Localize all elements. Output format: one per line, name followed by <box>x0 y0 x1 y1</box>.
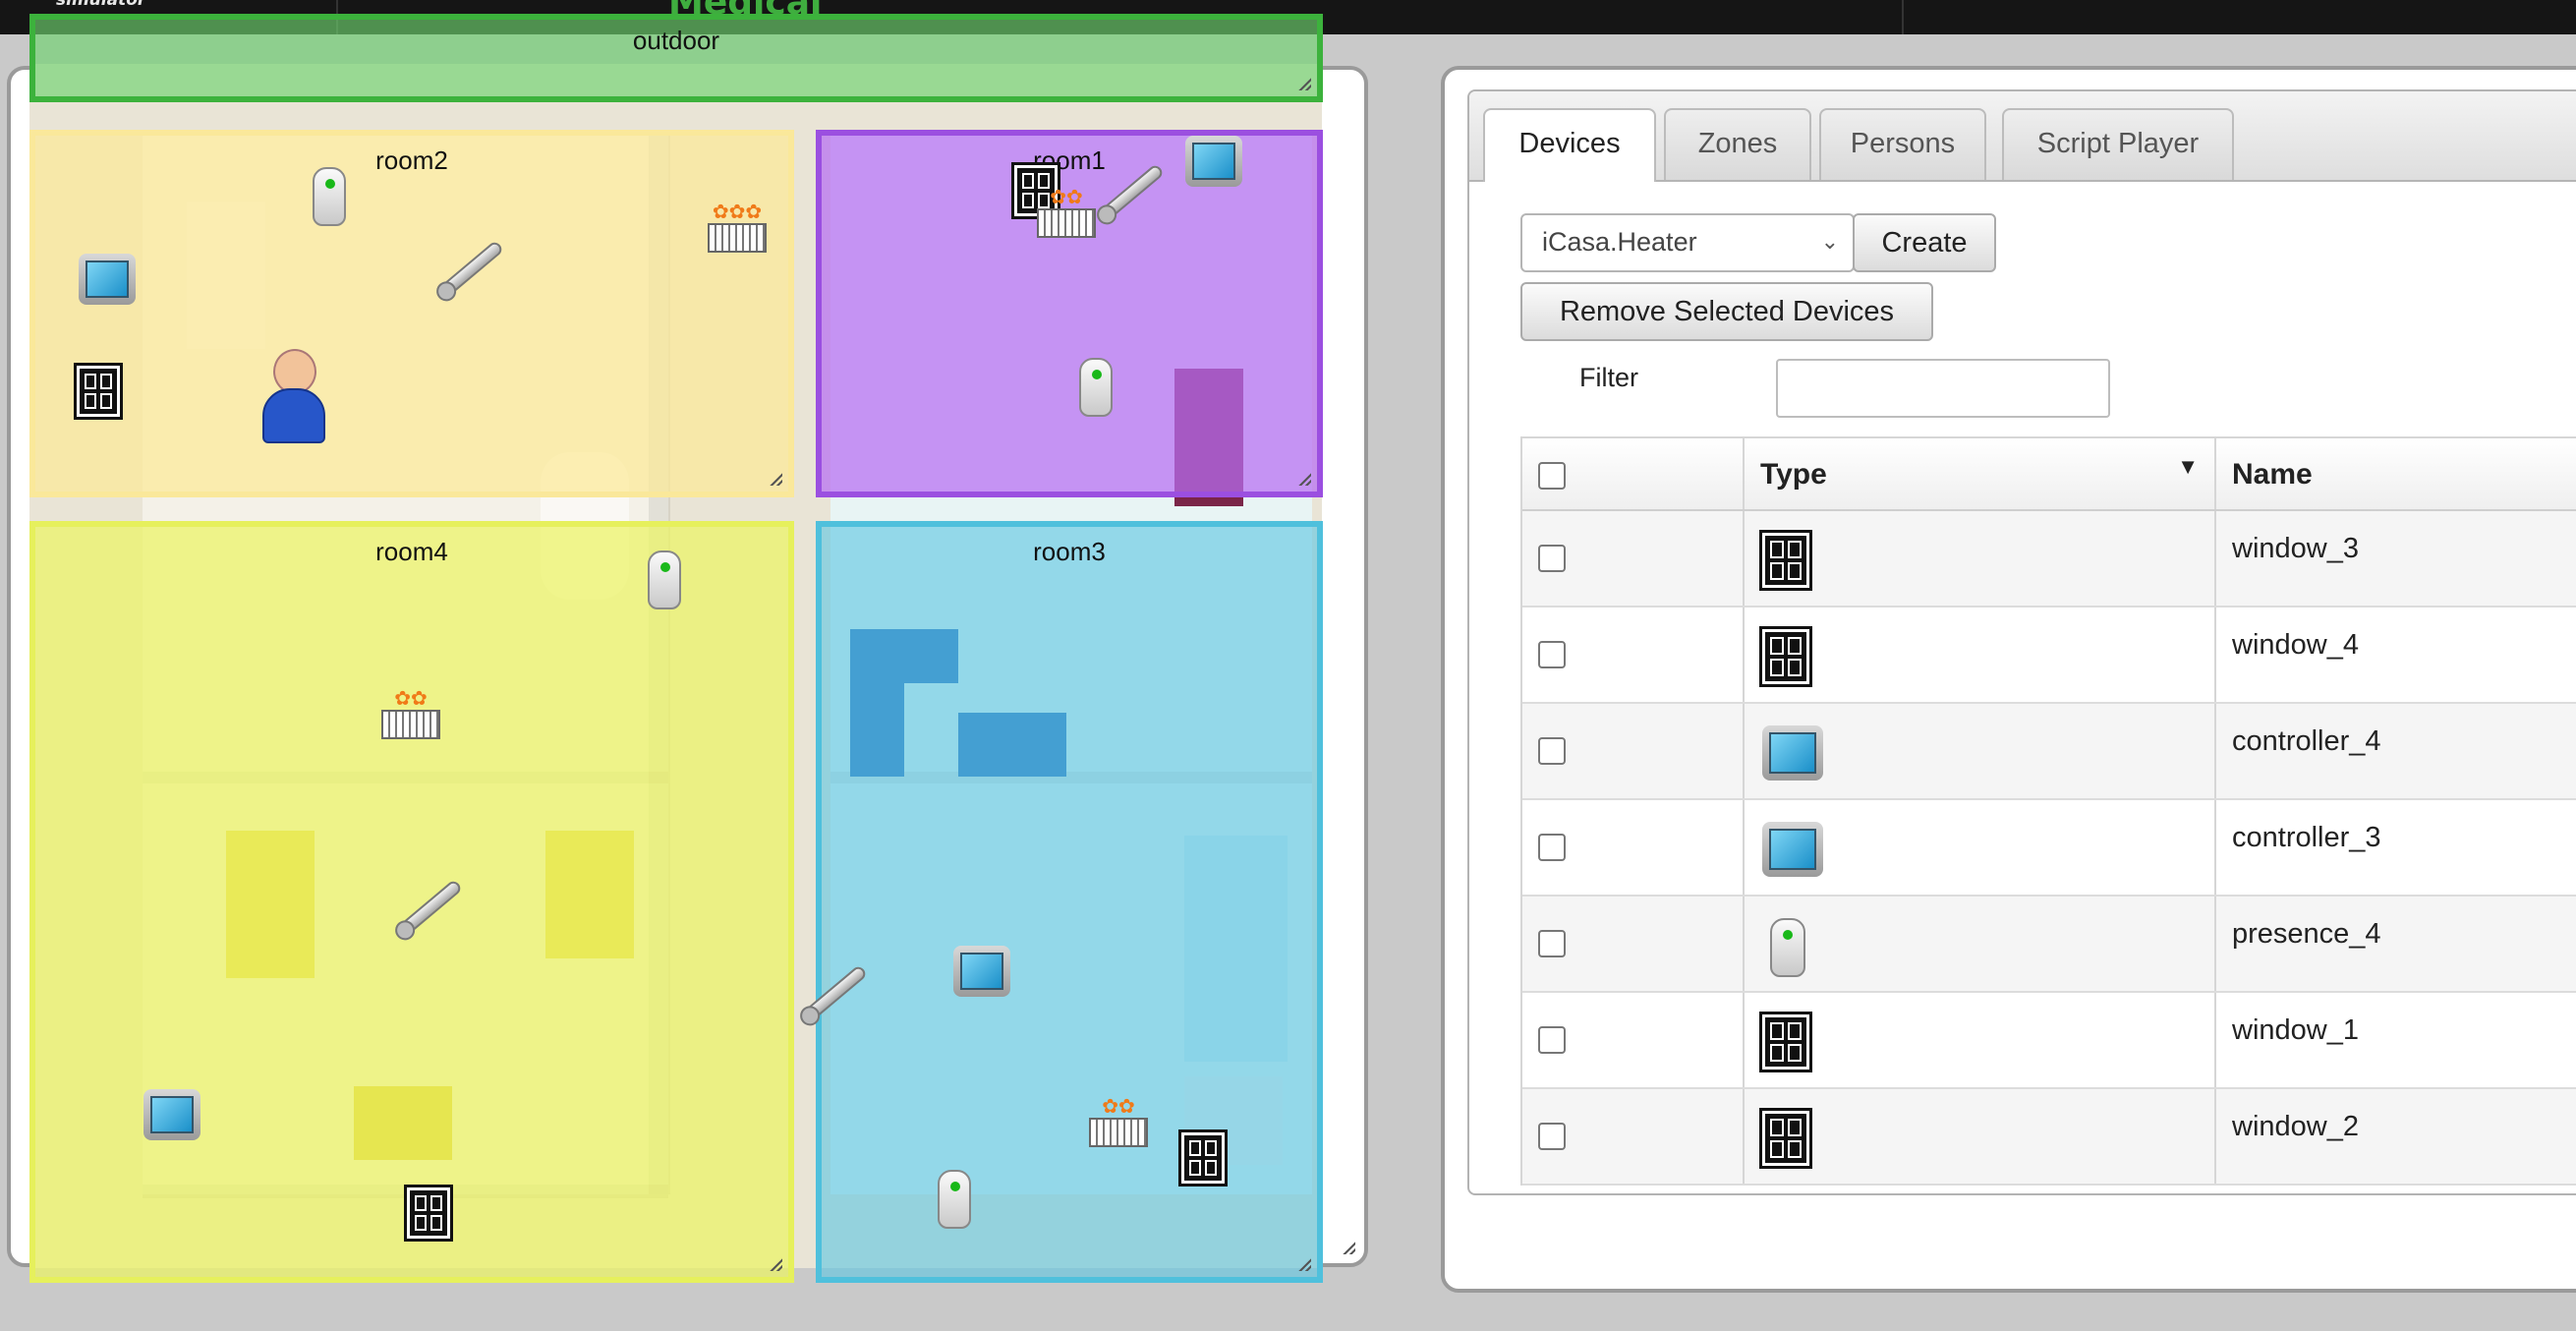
type-header: Type <box>1760 458 1827 491</box>
heater-icon[interactable]: ✿✿ <box>381 688 440 743</box>
row-checkbox[interactable] <box>1538 545 1566 572</box>
zone-label: room1 <box>1033 145 1106 175</box>
window-icon[interactable] <box>74 363 123 420</box>
devices-table: Type ▼ Name window_3 window_4 controller… <box>1520 436 2576 1186</box>
controller-icon <box>1762 725 1823 781</box>
row-checkbox[interactable] <box>1538 834 1566 861</box>
table-row[interactable]: presence_4 <box>1522 897 2576 993</box>
presence-sensor-icon[interactable] <box>1079 358 1113 417</box>
remove-selected-devices-button[interactable]: Remove Selected Devices <box>1520 282 1933 341</box>
chevron-down-icon: ⌄ <box>1820 229 1839 254</box>
resize-handle-icon[interactable] <box>1297 1257 1311 1271</box>
row-checkbox[interactable] <box>1538 737 1566 765</box>
header-cell-name[interactable]: Name <box>2216 438 2576 509</box>
brand-text: simulator <box>56 0 146 10</box>
device-name: controller_3 <box>2232 822 2381 853</box>
zone-room1[interactable]: room1 <box>816 130 1323 497</box>
table-row[interactable]: window_3 <box>1522 511 2576 608</box>
person-icon[interactable] <box>258 349 326 443</box>
presence-sensor-icon <box>1770 918 1805 977</box>
zone-room2[interactable]: room2 <box>29 130 794 497</box>
window-icon <box>1759 1108 1812 1169</box>
header-cell-select <box>1522 438 1745 509</box>
sort-chevron-icon[interactable]: ▼ <box>2177 454 2199 480</box>
zone-room4[interactable]: room4 <box>29 521 794 1283</box>
controller-icon[interactable] <box>953 946 1010 997</box>
presence-sensor-icon[interactable] <box>313 167 346 226</box>
zone-label: room2 <box>375 145 448 175</box>
device-name: window_2 <box>2232 1111 2359 1142</box>
controller-icon[interactable] <box>1185 136 1242 187</box>
device-type-select[interactable]: iCasa.Heater ⌄ <box>1520 213 1855 272</box>
device-name: window_4 <box>2232 629 2359 661</box>
device-name: presence_4 <box>2232 918 2381 950</box>
tab-devices[interactable]: Devices <box>1483 108 1656 182</box>
tab-zones[interactable]: Zones <box>1664 108 1811 180</box>
select-all-checkbox[interactable] <box>1538 462 1566 490</box>
resize-handle-icon[interactable] <box>1297 77 1311 90</box>
device-name: window_1 <box>2232 1014 2359 1046</box>
row-checkbox[interactable] <box>1538 930 1566 957</box>
presence-sensor-icon[interactable] <box>938 1170 971 1229</box>
resize-handle-icon[interactable] <box>769 1257 782 1271</box>
controller-icon[interactable] <box>143 1089 200 1140</box>
heater-icon[interactable]: ✿✿✿ <box>708 202 767 257</box>
heater-icon[interactable]: ✿✿ <box>1089 1096 1148 1151</box>
device-name: controller_4 <box>2232 725 2381 757</box>
create-button[interactable]: Create <box>1853 213 1996 272</box>
window-icon <box>1759 1012 1812 1072</box>
resize-handle-icon[interactable] <box>1297 472 1311 486</box>
resize-handle-icon[interactable] <box>769 472 782 486</box>
device-name: window_3 <box>2232 533 2359 564</box>
window-icon[interactable] <box>404 1185 453 1242</box>
filter-input[interactable] <box>1776 359 2110 418</box>
zone-outdoor[interactable]: outdoor <box>29 14 1323 102</box>
filter-label: Filter <box>1579 363 1638 392</box>
tab-script-player[interactable]: Script Player <box>2002 108 2234 180</box>
zone-label: outdoor <box>632 26 720 55</box>
table-header-row: Type ▼ Name <box>1522 438 2576 511</box>
row-checkbox[interactable] <box>1538 641 1566 668</box>
row-checkbox[interactable] <box>1538 1026 1566 1054</box>
table-row[interactable]: window_4 <box>1522 608 2576 704</box>
header-cell-type[interactable]: Type ▼ <box>1745 438 2216 509</box>
row-checkbox[interactable] <box>1538 1123 1566 1150</box>
zone-label: room3 <box>1033 537 1106 566</box>
table-row[interactable]: window_2 <box>1522 1089 2576 1186</box>
table-row[interactable]: window_1 <box>1522 993 2576 1089</box>
window-icon <box>1759 626 1812 687</box>
table-row[interactable]: controller_3 <box>1522 800 2576 897</box>
name-header: Name <box>2232 458 2313 491</box>
panel-resize-handle-icon[interactable] <box>1342 1241 1355 1254</box>
window-icon <box>1759 530 1812 591</box>
tabs-container: Devices Zones Persons Script Player iCas… <box>1467 89 2576 1195</box>
presence-sensor-icon[interactable] <box>648 550 681 609</box>
tab-bar: Devices Zones Persons Script Player <box>1469 91 2576 182</box>
device-type-value: iCasa.Heater <box>1542 227 1697 257</box>
heater-icon[interactable]: ✿✿ <box>1037 187 1096 242</box>
window-icon[interactable] <box>1178 1129 1228 1186</box>
table-row[interactable]: controller_4 <box>1522 704 2576 800</box>
divider <box>1902 0 1904 34</box>
tab-persons[interactable]: Persons <box>1819 108 1986 180</box>
controller-icon <box>1762 822 1823 877</box>
controller-icon[interactable] <box>79 254 136 305</box>
zone-room3[interactable]: room3 <box>816 521 1323 1283</box>
